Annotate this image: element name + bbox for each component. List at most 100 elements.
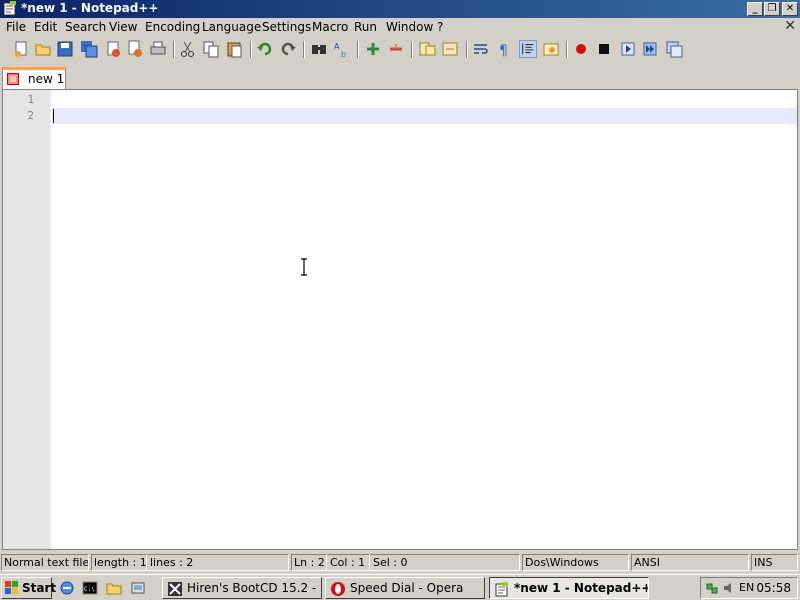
zoom-out-icon[interactable] <box>387 40 405 58</box>
stop-record-icon[interactable] <box>595 40 613 58</box>
network-icon[interactable] <box>705 581 719 595</box>
status-eol[interactable]: Dos\Windows <box>522 554 629 571</box>
run-macro-multiple-icon[interactable] <box>641 40 659 58</box>
status-file-type: Normal text file <box>1 554 89 571</box>
record-macro-icon[interactable] <box>572 40 590 58</box>
windows-logo-icon <box>5 581 18 594</box>
text-caret <box>53 109 54 123</box>
title-bar[interactable]: *new 1 - Notepad++ _ ❐ ✕ <box>0 0 800 18</box>
system-tray: EN 05:58 <box>700 577 798 599</box>
taskbar: Start C:\ Hiren's BootCD 15.2 - Pro... S… <box>0 574 800 600</box>
menu-window[interactable]: Window <box>386 20 433 35</box>
tab-new-1[interactable]: new 1 <box>2 67 66 89</box>
menu-run[interactable]: Run <box>354 20 377 35</box>
toolbar-separator <box>357 41 359 58</box>
sync-horizontal-icon[interactable] <box>441 40 459 58</box>
status-lines: lines : 2 <box>147 554 289 571</box>
menu-bar: File Edit Search View Encoding Language … <box>0 18 800 37</box>
internet-explorer-icon[interactable] <box>59 580 75 596</box>
new-file-icon[interactable] <box>12 40 30 58</box>
zoom-in-icon[interactable] <box>364 40 382 58</box>
svg-text:A: A <box>334 42 340 51</box>
close-icon[interactable] <box>104 40 122 58</box>
status-col: Col : 1 <box>327 554 370 571</box>
minimize-button[interactable]: _ <box>747 2 763 16</box>
fold-margin <box>50 90 52 549</box>
undo-icon[interactable] <box>256 40 274 58</box>
toolbar-separator <box>411 41 413 58</box>
tab-bar: new 1 <box>0 62 800 89</box>
play-macro-icon[interactable] <box>619 40 637 58</box>
task-label: *new 1 - Notepad++ <box>514 581 649 595</box>
user-language-icon[interactable] <box>542 40 560 58</box>
hirens-icon <box>168 582 182 596</box>
menu-edit[interactable]: Edit <box>34 20 57 35</box>
menu-language[interactable]: Language <box>202 20 261 35</box>
current-line-highlight <box>52 108 797 124</box>
clock[interactable]: 05:58 <box>756 580 791 596</box>
close-document-button[interactable]: ✕ <box>784 19 796 34</box>
svg-text:b: b <box>341 50 346 58</box>
task-speed-dial-opera[interactable]: Speed Dial - Opera <box>325 577 485 599</box>
notepad-icon <box>495 582 508 597</box>
cut-icon[interactable] <box>179 40 197 58</box>
status-encoding: ANSI <box>631 554 749 571</box>
unsaved-document-icon <box>7 73 19 85</box>
status-insert-mode: INS <box>751 554 798 571</box>
close-all-icon[interactable] <box>126 40 144 58</box>
paste-icon[interactable] <box>225 40 243 58</box>
toolbar-separator <box>466 41 468 58</box>
menu-view[interactable]: View <box>109 20 137 35</box>
menu-search[interactable]: Search <box>65 20 106 35</box>
editor-area[interactable]: 1 2 <box>2 89 798 550</box>
opera-icon <box>331 582 345 596</box>
print-icon[interactable] <box>149 40 167 58</box>
toolbar-separator <box>566 41 568 58</box>
window-title: *new 1 - Notepad++ <box>21 1 159 15</box>
toolbar-separator <box>303 41 305 58</box>
task-hirens-bootcd[interactable]: Hiren's BootCD 15.2 - Pro... <box>162 577 322 599</box>
command-prompt-icon[interactable]: C:\ <box>82 580 98 596</box>
task-label: Hiren's BootCD 15.2 - Pro... <box>187 581 321 595</box>
close-window-button[interactable]: ✕ <box>782 2 798 16</box>
save-all-icon[interactable] <box>80 40 98 58</box>
save-macro-icon[interactable] <box>665 40 683 58</box>
toolbar: Ab ¶ <box>0 37 800 62</box>
toolbar-separator <box>250 41 252 58</box>
indent-guide-icon[interactable] <box>519 40 537 58</box>
ibeam-cursor-icon <box>301 258 307 276</box>
task-notepad-plus-plus[interactable]: *new 1 - Notepad++ <box>489 577 649 599</box>
replace-icon[interactable]: Ab <box>333 40 351 58</box>
status-bar: Normal text file length : 1 lines : 2 Ln… <box>0 553 800 572</box>
language-indicator[interactable]: EN <box>739 581 754 595</box>
word-wrap-icon[interactable] <box>472 40 490 58</box>
menu-encoding[interactable]: Encoding <box>145 20 200 35</box>
sync-vertical-icon[interactable] <box>418 40 436 58</box>
status-sel: Sel : 0 <box>370 554 520 571</box>
volume-icon[interactable] <box>723 583 737 593</box>
status-length: length : 1 <box>91 554 147 571</box>
redo-icon[interactable] <box>279 40 297 58</box>
toolbar-separator <box>173 41 175 58</box>
show-desktop-icon[interactable] <box>130 580 146 596</box>
task-label: Speed Dial - Opera <box>350 581 464 595</box>
show-all-chars-icon[interactable]: ¶ <box>495 40 513 58</box>
line-number: 2 <box>27 109 34 122</box>
find-icon[interactable] <box>310 40 328 58</box>
line-number-gutter: 1 2 <box>3 90 50 549</box>
start-button[interactable]: Start <box>1 577 56 599</box>
restore-button[interactable]: ❐ <box>764 2 780 16</box>
line-number: 1 <box>27 93 34 106</box>
open-file-icon[interactable] <box>34 40 52 58</box>
menu-help[interactable]: ? <box>437 20 443 35</box>
menu-file[interactable]: File <box>6 20 26 35</box>
status-ln: Ln : 2 <box>291 554 327 571</box>
notepad-app-icon <box>3 1 16 16</box>
explorer-folder-icon[interactable] <box>106 580 122 596</box>
menu-macro[interactable]: Macro <box>312 20 348 35</box>
menu-settings[interactable]: Settings <box>262 20 311 35</box>
start-label: Start <box>22 581 57 595</box>
save-icon[interactable] <box>56 40 74 58</box>
tab-label: new 1 <box>28 72 65 86</box>
copy-icon[interactable] <box>202 40 220 58</box>
